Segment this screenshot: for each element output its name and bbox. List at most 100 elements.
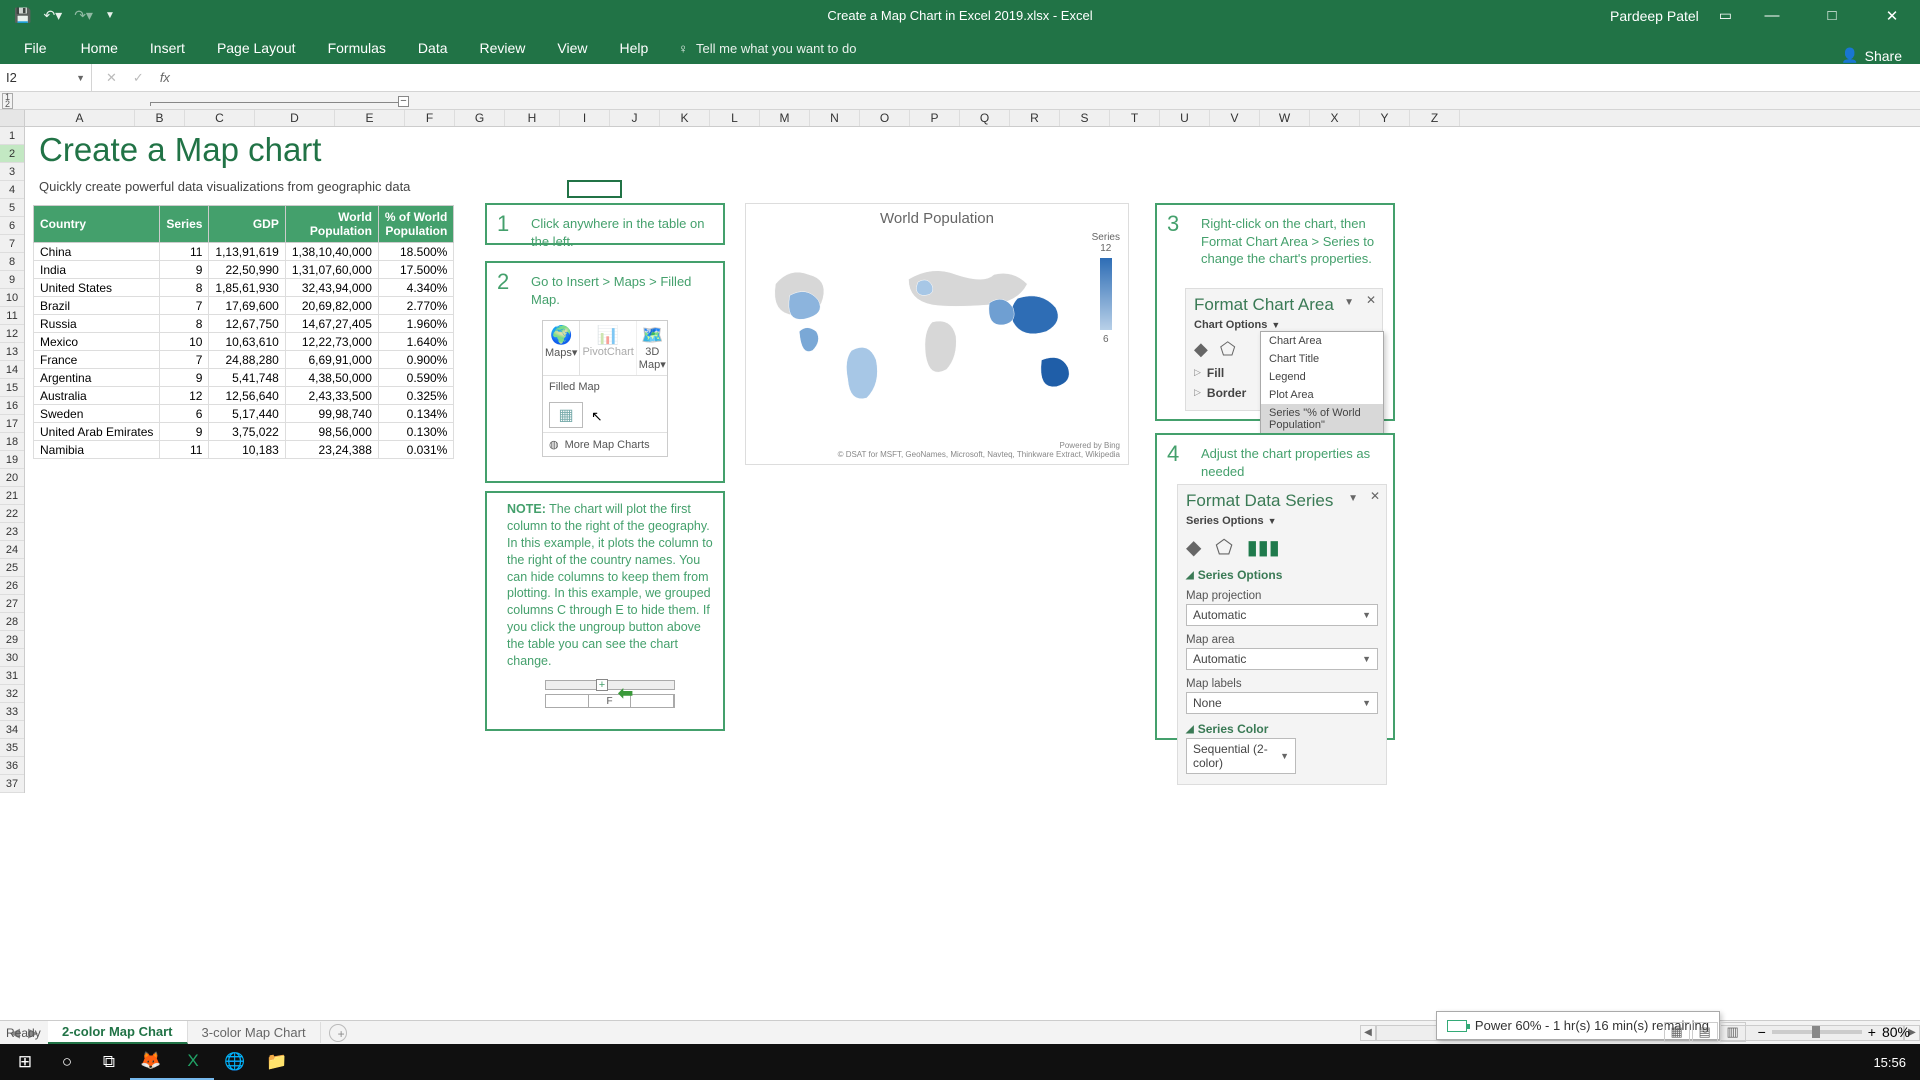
table-header[interactable]: WorldPopulation xyxy=(285,206,378,243)
row-header[interactable]: 12 xyxy=(0,325,24,343)
column-header[interactable]: F xyxy=(405,110,455,126)
table-row[interactable]: India922,50,9901,31,07,60,00017.500% xyxy=(34,261,454,279)
start-button[interactable]: ⊞ xyxy=(4,1044,46,1080)
column-header[interactable]: L xyxy=(710,110,760,126)
tab-formulas[interactable]: Formulas xyxy=(312,32,402,64)
table-cell[interactable]: 17,69,600 xyxy=(209,297,285,315)
table-cell[interactable]: China xyxy=(34,243,160,261)
table-cell[interactable]: 12,56,640 xyxy=(209,387,285,405)
row-header[interactable]: 3 xyxy=(0,163,24,181)
table-cell[interactable]: Australia xyxy=(34,387,160,405)
table-cell[interactable]: India xyxy=(34,261,160,279)
account-name[interactable]: Pardeep Patel xyxy=(1610,8,1699,24)
fca-fill[interactable]: Fill xyxy=(1207,366,1224,380)
table-cell[interactable]: United States xyxy=(34,279,160,297)
menu-plot-area[interactable]: Plot Area xyxy=(1261,386,1383,404)
table-cell[interactable]: 10 xyxy=(160,333,209,351)
row-header[interactable]: 1 xyxy=(0,127,24,145)
table-cell[interactable]: 2,43,33,500 xyxy=(285,387,378,405)
menu-legend[interactable]: Legend xyxy=(1261,368,1383,386)
table-cell[interactable]: 10,63,610 xyxy=(209,333,285,351)
sheet-tab-1[interactable]: 2-color Map Chart xyxy=(48,1021,188,1044)
row-header[interactable]: 25 xyxy=(0,559,24,577)
fca-border[interactable]: Border xyxy=(1207,386,1246,400)
column-header[interactable]: I xyxy=(560,110,610,126)
column-header[interactable]: N xyxy=(810,110,860,126)
row-header[interactable]: 18 xyxy=(0,433,24,451)
menu-chart-title[interactable]: Chart Title xyxy=(1261,350,1383,368)
row-header[interactable]: 7 xyxy=(0,235,24,253)
table-row[interactable]: United Arab Emirates93,75,02298,56,0000.… xyxy=(34,423,454,441)
normal-view-button[interactable]: ▦ xyxy=(1664,1022,1690,1042)
effects-icon[interactable]: ⬠ xyxy=(1215,535,1232,560)
table-cell[interactable]: 5,17,440 xyxy=(209,405,285,423)
row-header[interactable]: 15 xyxy=(0,379,24,397)
tab-help[interactable]: Help xyxy=(604,32,665,64)
map-labels-select[interactable]: None▼ xyxy=(1186,692,1378,714)
column-header[interactable]: U xyxy=(1160,110,1210,126)
menu-chart-area[interactable]: Chart Area xyxy=(1261,332,1383,350)
data-table[interactable]: CountrySeriesGDPWorldPopulation% of Worl… xyxy=(33,205,454,459)
save-icon[interactable]: 💾 xyxy=(14,7,31,24)
table-cell[interactable]: 24,88,280 xyxy=(209,351,285,369)
file-tab[interactable]: File xyxy=(6,32,65,64)
task-view-icon[interactable]: ⧉ xyxy=(88,1044,130,1080)
fca-dropdown-icon[interactable]: ▼ xyxy=(1344,297,1354,308)
column-header[interactable]: X xyxy=(1310,110,1360,126)
table-cell[interactable]: 8 xyxy=(160,315,209,333)
row-header[interactable]: 21 xyxy=(0,487,24,505)
fca-close-icon[interactable]: ✕ xyxy=(1366,293,1376,307)
cortana-icon[interactable]: ○ xyxy=(46,1044,88,1080)
table-cell[interactable]: 5,41,748 xyxy=(209,369,285,387)
row-header[interactable]: 33 xyxy=(0,703,24,721)
close-button[interactable]: ✕ xyxy=(1872,7,1912,25)
row-header[interactable]: 6 xyxy=(0,217,24,235)
table-cell[interactable]: 11 xyxy=(160,243,209,261)
table-cell[interactable]: 32,43,94,000 xyxy=(285,279,378,297)
redo-icon[interactable]: ↷▾ xyxy=(74,7,93,24)
table-row[interactable]: Russia812,67,75014,67,27,4051.960% xyxy=(34,315,454,333)
column-header[interactable]: S xyxy=(1060,110,1110,126)
table-row[interactable]: Sweden65,17,44099,98,7400.134% xyxy=(34,405,454,423)
page-layout-view-button[interactable]: ▤ xyxy=(1692,1022,1718,1042)
row-header[interactable]: 37 xyxy=(0,775,24,793)
table-cell[interactable]: 0.134% xyxy=(378,405,453,423)
name-box[interactable]: I2 ▼ xyxy=(0,64,92,91)
row-header[interactable]: 17 xyxy=(0,415,24,433)
table-cell[interactable]: 8 xyxy=(160,279,209,297)
row-header[interactable]: 24 xyxy=(0,541,24,559)
row-header[interactable]: 10 xyxy=(0,289,24,307)
column-header[interactable]: K xyxy=(660,110,710,126)
scroll-left-icon[interactable]: ◀ xyxy=(1360,1025,1376,1041)
table-cell[interactable]: 22,50,990 xyxy=(209,261,285,279)
row-header[interactable]: 2 xyxy=(0,145,24,163)
zoom-slider[interactable] xyxy=(1772,1030,1862,1034)
menu-series[interactable]: Series "% of World Population" xyxy=(1261,404,1383,434)
table-row[interactable]: Brazil717,69,60020,69,82,0002.770% xyxy=(34,297,454,315)
row-header[interactable]: 9 xyxy=(0,271,24,289)
fds-dropdown-icon[interactable]: ▼ xyxy=(1348,493,1358,504)
table-cell[interactable]: 10,183 xyxy=(209,441,285,459)
table-cell[interactable]: 98,56,000 xyxy=(285,423,378,441)
enter-formula-icon[interactable]: ✓ xyxy=(133,70,144,86)
column-header[interactable]: R xyxy=(1010,110,1060,126)
column-header[interactable]: W xyxy=(1260,110,1310,126)
fds-section-1[interactable]: Series Options xyxy=(1198,568,1283,582)
column-header[interactable]: B xyxy=(135,110,185,126)
table-cell[interactable]: Argentina xyxy=(34,369,160,387)
column-header[interactable]: O xyxy=(860,110,910,126)
table-cell[interactable]: 1,31,07,60,000 xyxy=(285,261,378,279)
table-cell[interactable]: 1,38,10,40,000 xyxy=(285,243,378,261)
row-header[interactable]: 11 xyxy=(0,307,24,325)
row-header[interactable]: 8 xyxy=(0,253,24,271)
table-cell[interactable]: 6,69,91,000 xyxy=(285,351,378,369)
file-explorer-icon[interactable]: 📁 xyxy=(256,1044,298,1080)
paint-bucket-icon[interactable]: ◆ xyxy=(1186,535,1201,560)
table-cell[interactable]: 99,98,740 xyxy=(285,405,378,423)
table-header[interactable]: GDP xyxy=(209,206,285,243)
sheet-tab-2[interactable]: 3-color Map Chart xyxy=(188,1022,321,1043)
fx-icon[interactable]: fx xyxy=(160,70,170,85)
column-header[interactable]: H xyxy=(505,110,560,126)
row-header[interactable]: 13 xyxy=(0,343,24,361)
fds-close-icon[interactable]: ✕ xyxy=(1370,489,1380,503)
